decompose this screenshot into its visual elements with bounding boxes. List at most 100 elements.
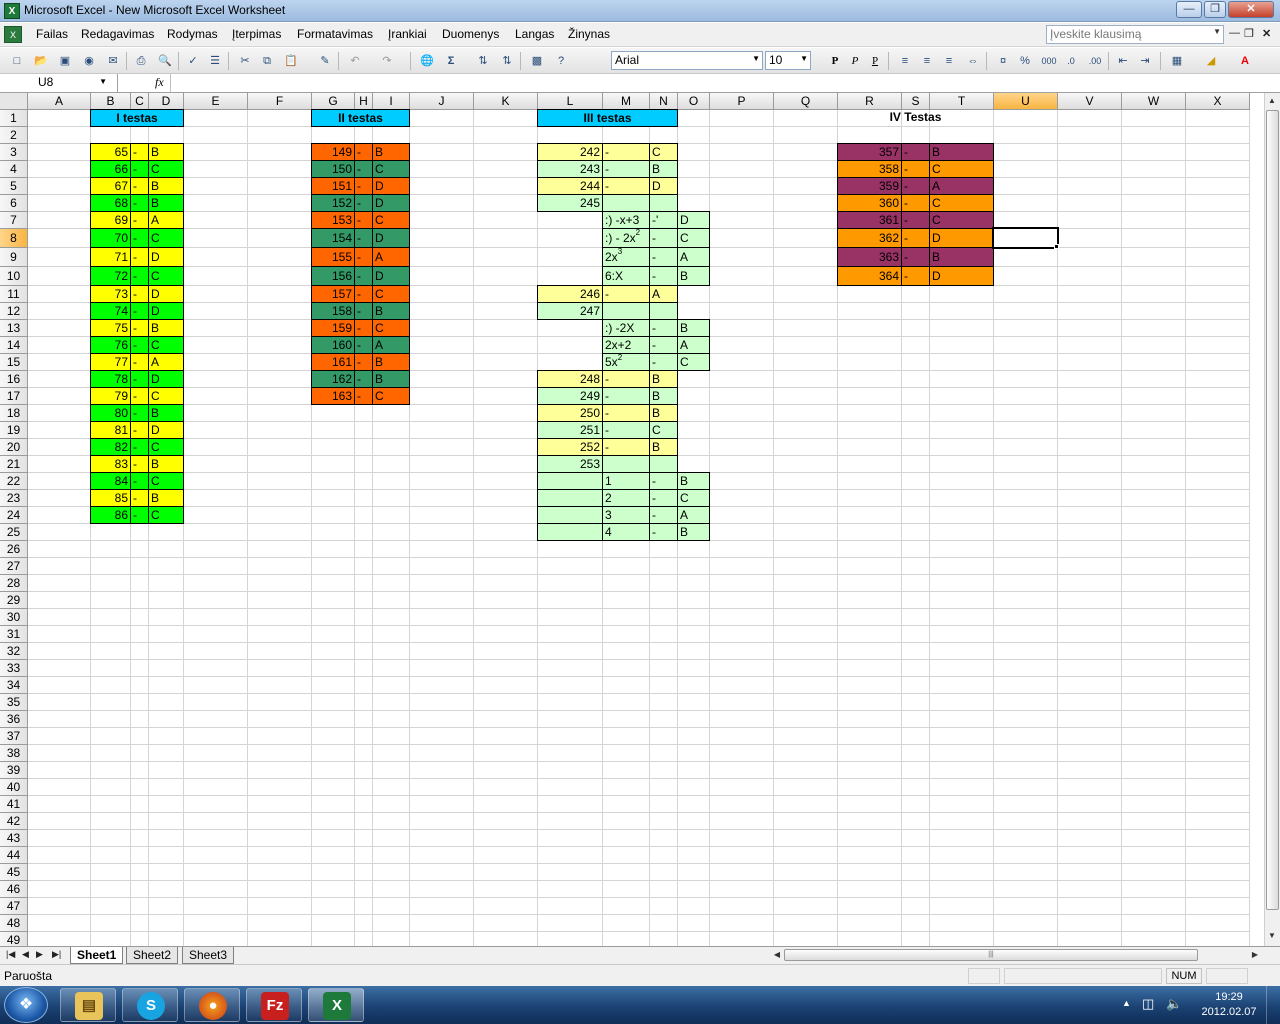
decrease-indent-icon[interactable]: ⇤ — [1114, 52, 1132, 70]
section-title[interactable]: IV Testas — [837, 109, 994, 127]
document-icon[interactable]: X — [4, 26, 22, 43]
question-number-cell[interactable]: 72 — [90, 266, 131, 286]
column-header-d[interactable]: D — [149, 93, 184, 110]
doc-minimize-icon[interactable]: — — [1229, 27, 1240, 39]
answer-cell[interactable]: B — [372, 353, 410, 371]
dash-cell[interactable]: - — [649, 336, 678, 354]
taskbar-firefox[interactable]: ● — [184, 988, 240, 1022]
row-header-46[interactable]: 46 — [0, 881, 28, 898]
row-header-17[interactable]: 17 — [0, 388, 28, 405]
answer-cell[interactable]: D — [372, 194, 410, 212]
column-header-v[interactable]: V — [1058, 93, 1122, 110]
doc-close-icon[interactable]: ✕ — [1262, 27, 1271, 40]
column-header-g[interactable]: G — [312, 93, 355, 110]
row-header-36[interactable]: 36 — [0, 711, 28, 728]
answer-cell[interactable]: B — [929, 143, 994, 161]
answer-cell[interactable]: D — [929, 228, 994, 248]
print-icon[interactable]: ⎙ — [132, 52, 150, 70]
row-header-45[interactable]: 45 — [0, 864, 28, 881]
dash-cell[interactable]: - — [354, 387, 373, 405]
row-header-11[interactable]: 11 — [0, 286, 28, 303]
paste-icon[interactable]: 📋 — [282, 52, 300, 70]
formula-cell[interactable]: :) -2X — [602, 319, 650, 337]
answer-cell[interactable] — [649, 302, 678, 320]
close-button[interactable]: ✕ — [1228, 1, 1274, 18]
horizontal-scrollbar[interactable]: ◀ ||| ▶ — [770, 948, 1264, 962]
row-header-29[interactable]: 29 — [0, 592, 28, 609]
question-number-cell[interactable]: 162 — [311, 370, 355, 388]
answer-cell[interactable]: C — [372, 211, 410, 229]
dash-cell[interactable]: - — [130, 266, 149, 286]
row-header-14[interactable]: 14 — [0, 337, 28, 354]
menu-duomenys[interactable]: Duomenys — [442, 27, 499, 41]
font-name-select[interactable]: Arial ▼ — [611, 51, 763, 70]
menu-failas[interactable]: Failas — [36, 27, 68, 41]
prev-sheet-icon[interactable]: ◀ — [22, 949, 29, 960]
question-number-cell[interactable]: 79 — [90, 387, 131, 405]
doc-restore-icon[interactable]: ❐ — [1244, 27, 1254, 40]
row-header-41[interactable]: 41 — [0, 796, 28, 813]
row-header-32[interactable]: 32 — [0, 643, 28, 660]
excel-app-icon[interactable]: X — [4, 3, 20, 19]
next-sheet-icon[interactable]: ▶ — [36, 949, 43, 960]
answer-cell[interactable]: C — [372, 160, 410, 178]
scroll-down-icon[interactable]: ▼ — [1265, 931, 1279, 940]
question-number-cell[interactable]: 74 — [90, 302, 131, 320]
fill-color-icon[interactable]: ◢ — [1202, 52, 1220, 70]
answer-cell[interactable]: B — [148, 489, 184, 507]
question-number-cell[interactable]: 85 — [90, 489, 131, 507]
answer-cell[interactable]: A — [677, 506, 710, 524]
row-header-26[interactable]: 26 — [0, 541, 28, 558]
dash-cell[interactable]: - — [130, 472, 149, 490]
formula-cell[interactable]: 5x2 — [602, 353, 650, 371]
clock[interactable]: 19:29 2012.02.07 — [1196, 990, 1262, 1020]
row-header-6[interactable]: 6 — [0, 195, 28, 212]
section-title[interactable]: III testas — [537, 109, 678, 127]
dash-cell[interactable]: - — [354, 228, 373, 248]
scroll-left-icon[interactable]: ◀ — [770, 950, 784, 959]
question-number-cell[interactable]: 357 — [837, 143, 902, 161]
dash-cell[interactable]: - — [901, 143, 930, 161]
dash-cell[interactable]: - — [130, 489, 149, 507]
row-header-37[interactable]: 37 — [0, 728, 28, 745]
copy-icon[interactable]: ⧉ — [258, 52, 276, 70]
dash-cell[interactable]: - — [649, 353, 678, 371]
dash-cell[interactable]: - — [649, 489, 678, 507]
answer-cell[interactable]: C — [929, 160, 994, 178]
decrease-decimal-icon[interactable]: .00 — [1086, 52, 1104, 70]
dash-cell[interactable]: - — [649, 472, 678, 490]
column-header-h[interactable]: H — [355, 93, 373, 110]
answer-cell[interactable]: B — [649, 387, 678, 405]
column-header-m[interactable]: M — [603, 93, 650, 110]
blank-cell[interactable] — [537, 489, 603, 507]
row-header-8[interactable]: 8 — [0, 229, 28, 248]
answer-cell[interactable]: C — [677, 353, 710, 371]
dash-cell[interactable]: - — [602, 421, 650, 439]
dash-cell[interactable]: - — [130, 353, 149, 371]
redo-icon[interactable]: ↷ — [378, 52, 396, 70]
answer-cell[interactable]: D — [372, 228, 410, 248]
dash-cell[interactable]: - — [130, 211, 149, 229]
row-header-42[interactable]: 42 — [0, 813, 28, 830]
answer-cell[interactable]: D — [372, 177, 410, 195]
chevron-down-icon[interactable]: ▼ — [99, 77, 107, 86]
dash-cell[interactable]: - — [354, 247, 373, 267]
column-header-q[interactable]: Q — [774, 93, 838, 110]
answer-cell[interactable]: C — [929, 194, 994, 212]
column-header-p[interactable]: P — [710, 93, 774, 110]
help-question-input[interactable]: Įveskite klausimą ▼ — [1046, 25, 1224, 44]
row-header-19[interactable]: 19 — [0, 422, 28, 439]
dash-cell[interactable]: - — [130, 404, 149, 422]
row-header-27[interactable]: 27 — [0, 558, 28, 575]
dash-cell[interactable]: - — [354, 353, 373, 371]
row-header-40[interactable]: 40 — [0, 779, 28, 796]
column-header-o[interactable]: O — [678, 93, 710, 110]
currency-icon[interactable]: ¤ — [994, 52, 1012, 70]
blank-cell[interactable] — [537, 472, 603, 490]
taskbar-explorer[interactable]: ▤ — [60, 988, 116, 1022]
dash-cell[interactable]: - — [354, 336, 373, 354]
hyperlink-icon[interactable]: 🌐 — [418, 52, 436, 70]
question-number-cell[interactable]: 77 — [90, 353, 131, 371]
fill-handle[interactable] — [1054, 244, 1059, 249]
formula-cell[interactable]: 2x3 — [602, 247, 650, 267]
